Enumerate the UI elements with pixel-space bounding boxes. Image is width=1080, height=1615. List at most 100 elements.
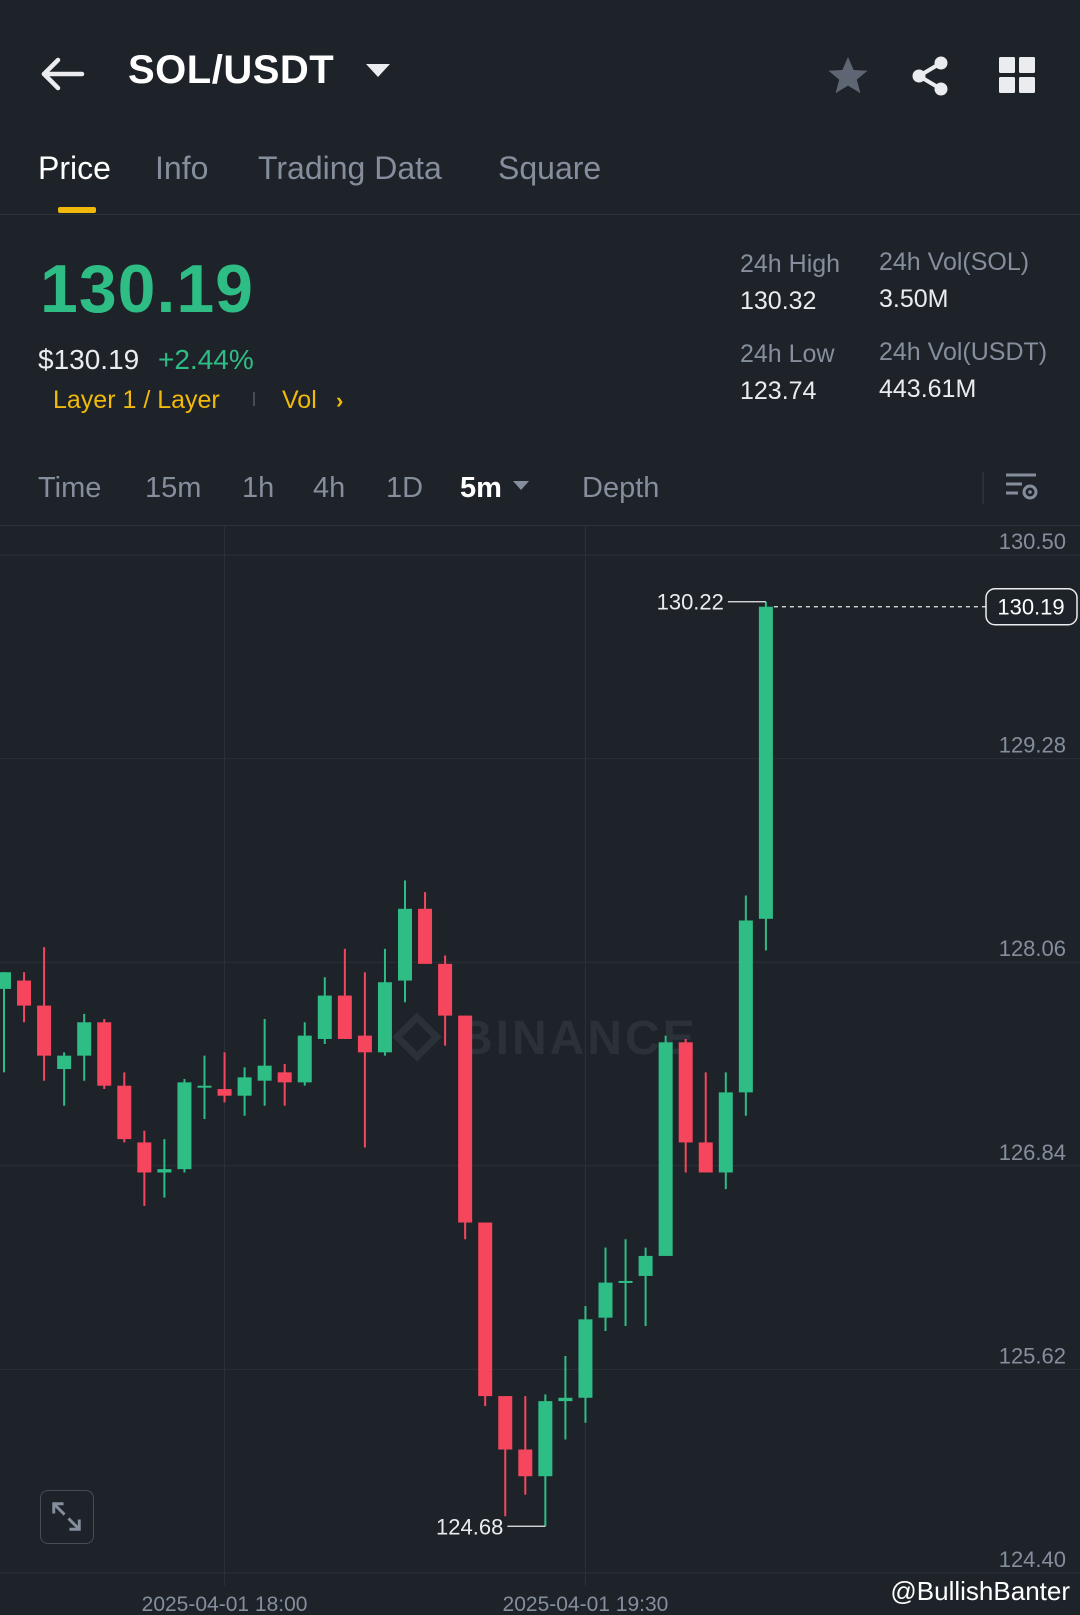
candle-body [197, 1085, 212, 1088]
active-tab-indicator [58, 207, 96, 213]
candle-body [17, 980, 32, 1006]
high-marker-label: 130.22 [657, 590, 724, 615]
candle [758, 601, 773, 951]
usd-price: $130.19 [38, 344, 140, 375]
grid-layout-icon[interactable] [998, 56, 1036, 94]
interval-selected[interactable]: 5m [460, 472, 502, 505]
stat-high-label: 24h High [740, 250, 841, 278]
interval-caret-icon[interactable] [513, 481, 529, 490]
candle [658, 1035, 673, 1256]
expand-chart-button[interactable] [40, 1490, 94, 1544]
candle [117, 1072, 132, 1143]
candle-body [97, 1022, 112, 1086]
star-icon[interactable] [826, 54, 870, 98]
expand-icon [52, 1502, 81, 1531]
candle [578, 1305, 593, 1423]
candle [177, 1079, 192, 1173]
candle-body [598, 1282, 613, 1318]
candle [718, 1072, 733, 1190]
chart-settings-icon[interactable] [1004, 470, 1038, 504]
candle-body [618, 1280, 633, 1283]
tab-price[interactable]: Price [38, 150, 111, 187]
candle [97, 1018, 112, 1090]
y-tick-label: 128.06 [999, 936, 1066, 961]
candle-body [698, 1142, 713, 1173]
x-tick-label: 2025-04-01 18:00 [142, 1593, 308, 1615]
candle [438, 955, 453, 1046]
candle [0, 972, 11, 1073]
candle-body [398, 908, 412, 981]
tab-square[interactable]: Square [498, 150, 601, 187]
stat-vol-sol-label: 24h Vol(SOL) [879, 248, 1030, 276]
stat-low-label: 24h Low [740, 340, 835, 368]
candle [618, 1239, 633, 1327]
candle [418, 892, 433, 964]
y-tick-label: 125.62 [999, 1343, 1066, 1368]
candle [738, 895, 753, 1116]
interval-15m[interactable]: 15m [145, 472, 201, 505]
candle [698, 1072, 713, 1173]
interval-4h[interactable]: 4h [313, 472, 345, 505]
candle-body [257, 1065, 272, 1081]
stat-vol-usdt-label: 24h Vol(USDT) [879, 338, 1048, 366]
candle-body [177, 1082, 192, 1170]
y-tick-label: 129.28 [999, 733, 1066, 758]
candle [398, 880, 412, 1003]
interval-1d[interactable]: 1D [386, 472, 423, 505]
category-tag[interactable]: Layer 1 / Layer [53, 386, 220, 415]
candle-body [578, 1319, 593, 1398]
candle-body [438, 963, 453, 1016]
share-icon[interactable] [908, 54, 952, 98]
candle-body [0, 972, 11, 989]
stat-high-value: 130.32 [740, 287, 817, 315]
header-divider [0, 214, 1080, 215]
stat-low-value: 123.74 [740, 377, 817, 405]
candle-body [718, 1092, 733, 1173]
candle-body [658, 1042, 673, 1256]
candle [518, 1396, 533, 1495]
candle [538, 1394, 553, 1527]
vol-tag[interactable]: Vol [282, 386, 317, 415]
stat-vol-sol-value: 3.50M [879, 285, 949, 313]
candle [257, 1018, 272, 1106]
candlestick-chart[interactable]: 130.50 129.28 128.06 126.84 125.62 124.40 2025… [0, 526, 1080, 1615]
candle-body [538, 1401, 553, 1477]
candle [638, 1247, 653, 1327]
y-tick-label: 126.84 [999, 1140, 1066, 1165]
back-arrow-icon[interactable] [38, 52, 88, 96]
candle-body [37, 1005, 52, 1056]
interval-time[interactable]: Time [38, 472, 101, 505]
candle-body [478, 1222, 493, 1397]
candle [157, 1139, 172, 1198]
candle [598, 1247, 613, 1332]
candle [137, 1130, 152, 1206]
candle [237, 1067, 252, 1116]
candle-body [377, 982, 392, 1053]
tab-trading-data[interactable]: Trading Data [258, 150, 442, 187]
candle [37, 947, 52, 1081]
pair-title[interactable]: SOL/USDT [128, 48, 334, 93]
chevron-right-icon[interactable]: › [336, 388, 343, 414]
candle [77, 1013, 92, 1081]
pair-dropdown-caret-icon[interactable] [366, 64, 390, 77]
candle-body [217, 1089, 232, 1096]
candle [478, 1222, 493, 1407]
candle-body [498, 1396, 513, 1450]
candle-body [678, 1042, 693, 1143]
interval-depth[interactable]: Depth [582, 472, 659, 505]
candle-body [758, 606, 773, 919]
candle [197, 1055, 212, 1120]
current-price-badge-text: 130.19 [997, 595, 1064, 620]
candle-body [558, 1397, 573, 1402]
candle [217, 1052, 232, 1103]
tag-separator [253, 392, 255, 406]
candle [297, 1022, 312, 1086]
watermark-handle: @BullishBanter [890, 1576, 1070, 1606]
candle-body [337, 995, 352, 1039]
candle-body [638, 1255, 653, 1276]
candle [277, 1064, 292, 1106]
interval-1h[interactable]: 1h [242, 472, 274, 505]
tab-info[interactable]: Info [155, 150, 208, 187]
candle [317, 977, 332, 1044]
candle-body [357, 1035, 372, 1053]
